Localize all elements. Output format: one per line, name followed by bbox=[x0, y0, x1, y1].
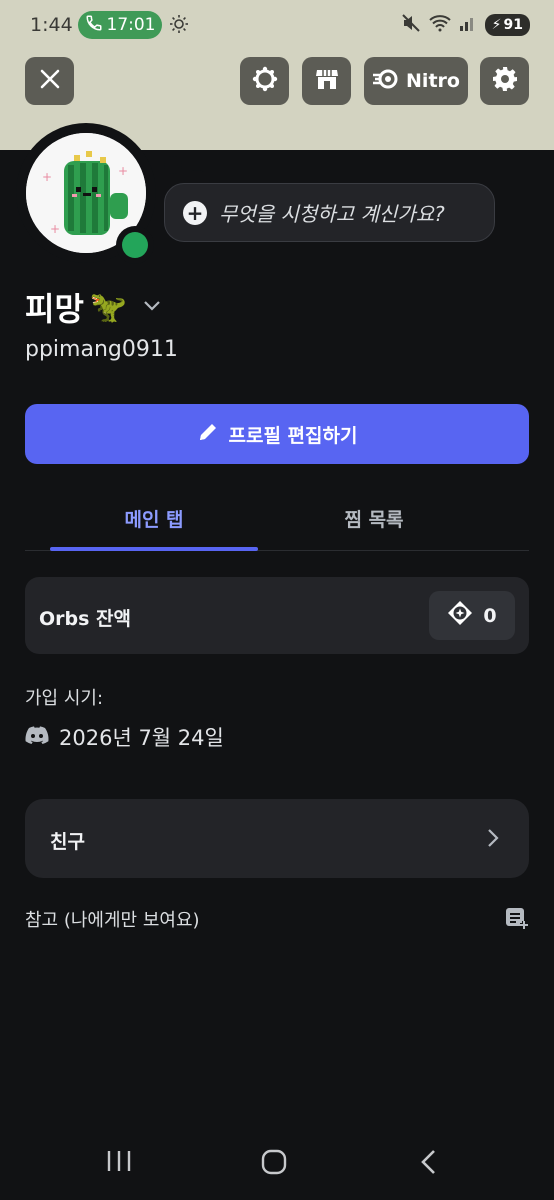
orbs-balance-value: 0 bbox=[483, 604, 497, 627]
friends-label: 친구 bbox=[50, 831, 85, 853]
nitro-icon bbox=[372, 68, 400, 94]
close-button[interactable] bbox=[25, 57, 74, 105]
settings-button[interactable] bbox=[480, 57, 529, 105]
online-status-indicator bbox=[122, 232, 148, 258]
call-duration: 17:01 bbox=[106, 15, 156, 35]
close-icon bbox=[39, 68, 61, 94]
discord-icon bbox=[25, 725, 49, 749]
dinosaur-emoji-icon: 🦖 bbox=[89, 289, 128, 325]
orbs-balance-chip[interactable]: 0 bbox=[429, 591, 515, 640]
ongoing-call-pill[interactable]: 17:01 bbox=[78, 11, 162, 39]
add-note-icon[interactable] bbox=[504, 906, 530, 934]
status-prompt: 무엇을 시청하고 계신가요? bbox=[219, 202, 445, 226]
pencil-icon bbox=[197, 421, 219, 448]
gear-icon bbox=[492, 66, 518, 96]
chevron-right-icon bbox=[487, 828, 499, 852]
recent-apps-button[interactable] bbox=[106, 1148, 132, 1178]
shop-button[interactable] bbox=[302, 57, 351, 105]
joined-date: 2026년 7월 24일 bbox=[59, 726, 224, 750]
joined-label: 가입 시기: bbox=[25, 688, 104, 709]
orb-icon bbox=[447, 600, 473, 631]
battery-indicator: ⚡ 91 bbox=[484, 14, 530, 36]
nitro-label: Nitro bbox=[406, 70, 460, 92]
orb-ring-icon bbox=[252, 66, 278, 96]
svg-text:+: + bbox=[118, 164, 128, 178]
friends-row[interactable]: 친구 bbox=[25, 799, 529, 878]
charging-icon: ⚡ bbox=[491, 17, 502, 33]
orbs-balance-card[interactable]: Orbs 잔액 0 bbox=[25, 577, 529, 654]
add-status-icon: + bbox=[183, 200, 207, 225]
status-time: 1:44 bbox=[30, 14, 73, 36]
active-tab-indicator bbox=[50, 547, 258, 551]
shop-icon bbox=[314, 66, 340, 96]
battery-level: 91 bbox=[503, 17, 523, 33]
tab-main[interactable]: 메인 탭 bbox=[50, 505, 258, 532]
phone-icon bbox=[85, 14, 103, 37]
edit-profile-label: 프로필 편집하기 bbox=[228, 424, 358, 447]
nitro-button[interactable]: Nitro bbox=[364, 57, 468, 105]
display-name-text: 피망 bbox=[25, 290, 84, 328]
orbs-balance-label: Orbs 잔액 bbox=[39, 608, 132, 630]
wifi-icon bbox=[429, 14, 451, 36]
signal-icon bbox=[459, 14, 477, 36]
brightness-icon bbox=[170, 15, 188, 33]
mute-icon bbox=[401, 13, 421, 37]
home-button[interactable] bbox=[260, 1148, 288, 1180]
custom-status-bubble[interactable]: + 무엇을 시청하고 계신가요? bbox=[164, 183, 495, 242]
svg-text:+: + bbox=[42, 170, 52, 184]
back-button[interactable] bbox=[418, 1148, 440, 1180]
thought-bubble-dot bbox=[164, 156, 182, 174]
tab-wishlist[interactable]: 찜 목록 bbox=[270, 505, 478, 532]
orbs-button[interactable] bbox=[240, 57, 289, 105]
note-label: 참고 (나에게만 보여요) bbox=[25, 910, 200, 931]
chevron-down-icon[interactable] bbox=[143, 297, 161, 316]
status-bar: 1:44 17:01 ⚡ 91 bbox=[0, 0, 554, 50]
system-navigation-bar bbox=[0, 1130, 554, 1200]
edit-profile-button[interactable]: 프로필 편집하기 bbox=[25, 404, 529, 464]
joined-date-row: 2026년 7월 24일 bbox=[25, 722, 224, 752]
svg-text:+: + bbox=[50, 222, 60, 236]
username: ppimang0911 bbox=[25, 337, 178, 362]
display-name[interactable]: 피망 🦖 bbox=[25, 284, 127, 330]
